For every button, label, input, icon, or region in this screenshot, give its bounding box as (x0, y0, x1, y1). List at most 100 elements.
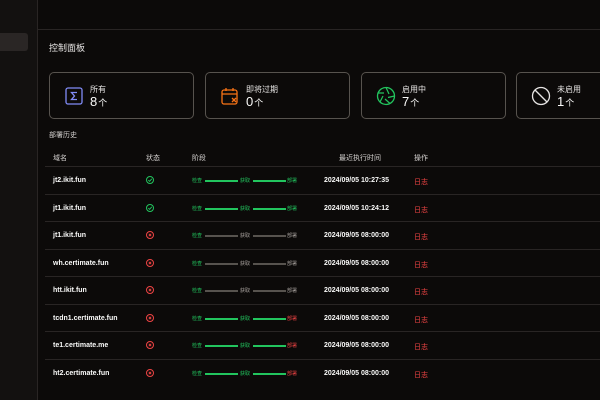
stage-deploy: 部署 (287, 370, 298, 377)
stage-connector (205, 317, 238, 320)
section-title-deploy-history: 部署历史 (49, 132, 77, 139)
row-last-run: 2024/09/05 10:27:35 (324, 177, 389, 184)
stage-obtain: 获取 (240, 178, 251, 184)
stat-card-all[interactable]: 所有 8个 (49, 72, 194, 119)
ban-icon (531, 86, 551, 106)
stage-check: 检查 (192, 205, 203, 212)
header-stage: 阶段 (192, 155, 206, 162)
stage-deploy: 部署 (287, 343, 298, 349)
stage-connector (205, 262, 238, 265)
stage-progress: 检查 获取 部署 (192, 315, 302, 323)
table-row: ht2.certimate.fun 检查 获取 部署 2024/09/05 08:00:… (45, 358, 600, 387)
row-last-run: 2024/09/05 08:00:00 (324, 314, 389, 322)
stage-connector (253, 345, 286, 347)
status-failed-icon (146, 286, 154, 294)
table-row: jt1.ikit.fun 检查 获取 部署 2024/09/05 10:24:12 日志 (45, 193, 600, 222)
row-last-run: 2024/09/05 08:00:00 (324, 259, 389, 267)
log-link[interactable]: 日志 (414, 342, 428, 352)
top-bar (38, 0, 600, 30)
stage-deploy: 部署 (287, 233, 298, 239)
stage-connector (253, 372, 286, 375)
stage-connector (253, 317, 286, 320)
row-domain: jt2.ikit.fun (53, 177, 87, 184)
status-success-icon (146, 203, 154, 212)
stage-connector (253, 180, 286, 182)
status-success-icon (146, 176, 154, 184)
log-link[interactable]: 日志 (414, 315, 428, 325)
log-link[interactable]: 日志 (414, 370, 428, 380)
stage-obtain: 获取 (240, 343, 251, 349)
status-failed-icon (146, 231, 154, 239)
stage-obtain: 获取 (240, 370, 251, 377)
stage-obtain: 获取 (240, 260, 251, 267)
stage-progress: 检查 获取 部署 (192, 177, 302, 185)
log-link[interactable]: 日志 (414, 260, 428, 270)
table-row: jt1.ikit.fun 检查 获取 部署 2024/09/05 08:00:00 日志 (45, 221, 600, 249)
page-title: 控制面板 (49, 43, 86, 53)
stat-card-disabled[interactable]: 未启用 1个 (516, 72, 600, 119)
stage-connector (253, 290, 286, 292)
stage-check: 检查 (192, 260, 203, 267)
row-last-run: 2024/09/05 08:00:00 (324, 232, 389, 239)
log-link[interactable]: 日志 (414, 287, 428, 297)
row-last-run: 2024/09/05 08:00:00 (324, 342, 389, 349)
stage-obtain: 获取 (240, 233, 251, 239)
stage-deploy: 部署 (287, 260, 298, 267)
row-domain: wh.certimate.fun (53, 259, 109, 267)
row-domain: tcdn1.certimate.fun (53, 314, 118, 322)
stat-card-enabled[interactable]: 启用中 7个 (361, 72, 506, 119)
table-row: tcdn1.certimate.fun 检查 获取 部署 2024/09/05 08:0… (45, 303, 600, 332)
status-failed-icon (146, 368, 154, 377)
stage-check: 检查 (192, 315, 203, 322)
table-row: te1.certimate.me 检查 获取 部署 2024/09/05 08:00:0… (45, 331, 600, 359)
row-domain: htt.ikit.fun (53, 287, 87, 294)
sidebar (0, 0, 38, 400)
table-row: htt.ikit.fun 检查 获取 部署 2024/09/05 08:00:00 日志 (45, 276, 600, 304)
status-failed-icon (146, 313, 154, 322)
stage-check: 检查 (192, 370, 203, 377)
stage-progress: 检查 获取 部署 (192, 260, 302, 268)
row-last-run: 2024/09/05 08:00:00 (324, 369, 389, 377)
log-link[interactable]: 日志 (414, 205, 428, 215)
stage-deploy: 部署 (287, 178, 298, 184)
stage-check: 检查 (192, 343, 203, 349)
stage-obtain: 获取 (240, 205, 251, 212)
stat-card-expiring[interactable]: 即将过期 0个 (205, 72, 350, 119)
row-domain: ht2.certimate.fun (53, 369, 110, 377)
stage-obtain: 获取 (240, 288, 251, 294)
stage-deploy: 部署 (287, 315, 298, 322)
stage-connector (205, 207, 238, 210)
row-domain: jt1.ikit.fun (53, 204, 87, 212)
stage-check: 检查 (192, 233, 203, 239)
status-failed-icon (146, 341, 154, 349)
stage-connector (205, 180, 238, 182)
stage-connector (205, 345, 238, 347)
stage-connector (205, 290, 238, 292)
stage-progress: 检查 获取 部署 (192, 232, 302, 240)
stage-connector (253, 207, 286, 210)
header-last-run: 最近执行时间 (339, 155, 381, 162)
row-last-run: 2024/09/05 08:00:00 (324, 287, 389, 294)
calendar-x-icon (221, 88, 238, 105)
table-header: 域名 状态 阶段 最近执行时间 操作 (45, 148, 600, 166)
stage-check: 检查 (192, 288, 203, 294)
table-row: jt2.ikit.fun 检查 获取 部署 2024/09/05 10:27:35 日志 (45, 166, 600, 194)
stage-connector (205, 372, 238, 375)
stage-progress: 检查 获取 部署 (192, 205, 302, 213)
sigma-icon (65, 87, 83, 105)
header-status: 状态 (146, 155, 160, 162)
deploy-history-table: 域名 状态 阶段 最近执行时间 操作 jt2.ikit.fun 检查 获取 部署 202… (45, 148, 600, 386)
row-domain: te1.certimate.me (53, 342, 109, 349)
stage-progress: 检查 获取 部署 (192, 370, 302, 378)
stage-obtain: 获取 (240, 315, 251, 322)
stage-connector (253, 262, 286, 265)
status-failed-icon (146, 258, 154, 267)
sidebar-item-dashboard[interactable] (0, 33, 28, 51)
log-link[interactable]: 日志 (414, 177, 428, 187)
stage-deploy: 部署 (287, 205, 298, 212)
log-link[interactable]: 日志 (414, 232, 428, 242)
stage-progress: 检查 获取 部署 (192, 342, 302, 350)
aperture-icon (376, 86, 396, 106)
stage-check: 检查 (192, 178, 203, 184)
table-row: wh.certimate.fun 检查 获取 部署 2024/09/05 08:00:0… (45, 248, 600, 277)
